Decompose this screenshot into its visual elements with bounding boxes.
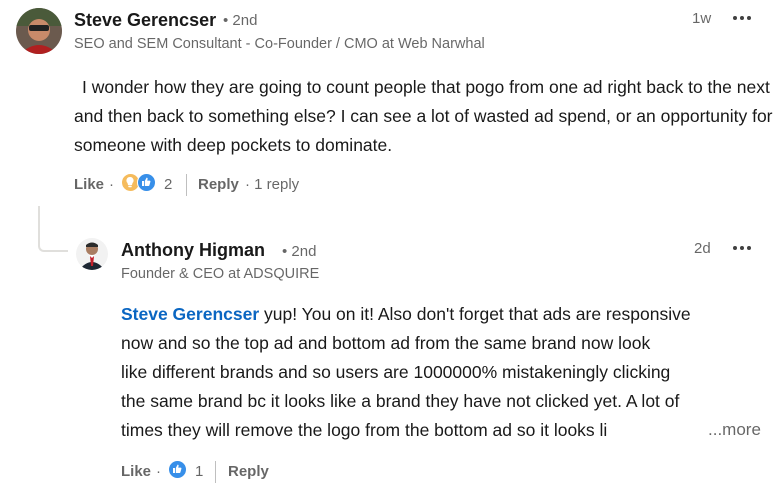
reply-text-line: now and so the top ad and bottom ad from… bbox=[121, 333, 651, 353]
dot-icon bbox=[747, 246, 751, 250]
reply-count-link[interactable]: · 1 reply bbox=[245, 176, 299, 193]
mention-link[interactable]: Steve Gerencser bbox=[121, 304, 259, 324]
reply-text-line: like different brands and so users are 1… bbox=[121, 362, 671, 382]
like-button[interactable]: Like bbox=[121, 463, 151, 480]
action-divider bbox=[215, 461, 216, 483]
reply-text-line: the same brand bc it looks like a brand … bbox=[121, 391, 680, 411]
lightbulb-icon bbox=[126, 176, 134, 188]
thumbs-up-icon bbox=[142, 177, 151, 186]
reply-text: Steve Gerencser yup! You on it! Also don… bbox=[121, 300, 771, 445]
action-divider bbox=[186, 174, 187, 196]
dot-icon bbox=[733, 246, 737, 250]
reply-avatar[interactable] bbox=[76, 238, 108, 270]
separator-dot: · bbox=[109, 176, 114, 193]
reply-text-line: Steve Gerencser yup! You on it! Also don… bbox=[121, 304, 691, 324]
thumbs-up-icon bbox=[173, 464, 182, 473]
reaction-count[interactable]: 2 bbox=[164, 176, 172, 193]
comment-author-name[interactable]: Steve Gerencser bbox=[74, 10, 216, 31]
like-button[interactable]: Like bbox=[74, 176, 104, 193]
comment-author-headline: SEO and SEM Consultant - Co-Founder / CM… bbox=[74, 36, 485, 52]
like-reaction-icon[interactable] bbox=[137, 173, 156, 192]
reply-timestamp: 2d bbox=[694, 240, 711, 257]
reaction-count[interactable]: 1 bbox=[195, 463, 203, 480]
connection-degree: • 2nd bbox=[223, 12, 258, 29]
avatar-photo bbox=[16, 8, 62, 54]
reply-text-line: times they will remove the logo from the… bbox=[121, 420, 608, 440]
thread-connector-line bbox=[38, 206, 68, 252]
reply-author-name[interactable]: Anthony Higman bbox=[121, 240, 265, 261]
reply-button[interactable]: Reply bbox=[198, 176, 239, 193]
dot-icon bbox=[740, 16, 744, 20]
avatar[interactable] bbox=[16, 8, 62, 54]
reply-button[interactable]: Reply bbox=[228, 463, 269, 480]
see-more-button[interactable]: ...more bbox=[704, 420, 761, 440]
more-options-button[interactable] bbox=[728, 9, 756, 27]
comment-text: I wonder how they are going to count peo… bbox=[74, 77, 773, 155]
avatar-photo bbox=[76, 238, 108, 270]
dot-icon bbox=[747, 16, 751, 20]
more-options-button[interactable] bbox=[728, 239, 756, 257]
dot-icon bbox=[733, 16, 737, 20]
reply-author-headline: Founder & CEO at ADSQUIRE bbox=[121, 266, 320, 282]
like-reaction-icon[interactable] bbox=[168, 460, 187, 479]
connection-degree: • 2nd bbox=[282, 243, 317, 260]
separator-dot: · bbox=[156, 463, 161, 480]
comment-timestamp: 1w bbox=[692, 10, 712, 27]
dot-icon bbox=[740, 246, 744, 250]
